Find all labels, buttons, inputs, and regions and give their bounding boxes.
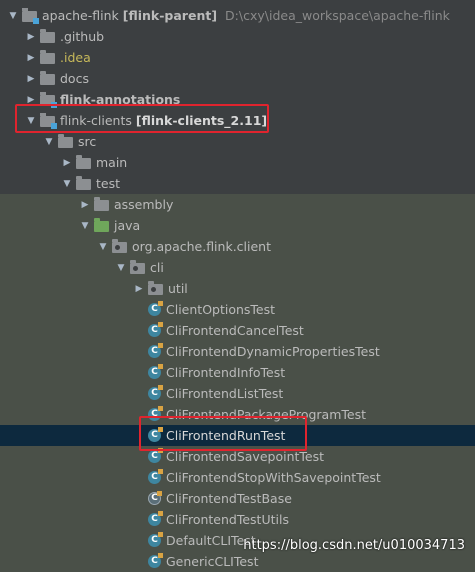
- chevron-down-icon[interactable]: ▼: [60, 179, 74, 189]
- abstract-class-icon: C: [148, 491, 162, 505]
- test-source-folder-icon: [94, 218, 109, 232]
- tree-node-assembly[interactable]: ▶ assembly: [0, 194, 475, 215]
- chevron-down-icon[interactable]: ▼: [6, 11, 20, 21]
- tree-node-class[interactable]: C CliFrontendDynamicPropertiesTest: [0, 341, 475, 362]
- tree-node-apache-flink[interactable]: ▼ apache-flink [flink-parent] D:\cxy\ide…: [0, 5, 475, 26]
- class-icon: C: [148, 364, 163, 379]
- chevron-down-icon[interactable]: ▼: [78, 221, 92, 231]
- tree-node-docs[interactable]: ▶ docs: [0, 68, 475, 89]
- folder-icon: [94, 197, 109, 211]
- class-icon: C: [148, 469, 163, 484]
- class-icon: C: [148, 385, 163, 400]
- project-tree[interactable]: ▼ apache-flink [flink-parent] D:\cxy\ide…: [0, 0, 475, 572]
- tree-node-class[interactable]: C GenericCLITest: [0, 551, 475, 572]
- tree-node-class[interactable]: C CliFrontendTestBase: [0, 488, 475, 509]
- tree-node-package[interactable]: ▼ org.apache.flink.client: [0, 236, 475, 257]
- folder-icon: [58, 134, 73, 148]
- tree-node-class[interactable]: C CliFrontendCancelTest: [0, 320, 475, 341]
- chevron-right-icon[interactable]: ▶: [24, 74, 38, 84]
- chevron-right-icon[interactable]: ▶: [132, 284, 146, 294]
- chevron-down-icon[interactable]: ▼: [96, 242, 110, 252]
- folder-icon: [40, 71, 55, 85]
- tree-node-idea[interactable]: ▶ .idea: [0, 47, 475, 68]
- tree-node-java[interactable]: ▼ java: [0, 215, 475, 236]
- class-icon: C: [148, 343, 163, 358]
- tree-node-util[interactable]: ▶ util: [0, 278, 475, 299]
- tree-node-cli[interactable]: ▼ cli: [0, 257, 475, 278]
- class-icon: C: [148, 553, 163, 568]
- tree-node-class[interactable]: C ClientOptionsTest: [0, 299, 475, 320]
- chevron-right-icon[interactable]: ▶: [60, 158, 74, 168]
- package-icon: [130, 260, 145, 274]
- class-icon: C: [148, 301, 163, 316]
- tree-node-main[interactable]: ▶ main: [0, 152, 475, 173]
- module-icon: [22, 8, 39, 24]
- tree-node-test[interactable]: ▼ test: [0, 173, 475, 194]
- chevron-right-icon[interactable]: ▶: [24, 95, 38, 105]
- folder-icon: [76, 155, 91, 169]
- class-icon: C: [148, 511, 163, 526]
- class-icon: C: [148, 532, 163, 547]
- class-icon: C: [148, 448, 163, 463]
- chevron-right-icon[interactable]: ▶: [78, 200, 92, 210]
- tree-node-github[interactable]: ▶ .github: [0, 26, 475, 47]
- watermark: https://blog.csdn.net/u010034713: [243, 538, 465, 553]
- tree-node-class[interactable]: C CliFrontendListTest: [0, 383, 475, 404]
- folder-icon: [40, 50, 55, 64]
- tree-node-class[interactable]: C CliFrontendInfoTest: [0, 362, 475, 383]
- folder-icon: [40, 29, 55, 43]
- chevron-right-icon[interactable]: ▶: [24, 32, 38, 42]
- highlight-box-run-test: [139, 416, 307, 451]
- tree-node-class[interactable]: C CliFrontendTestUtils: [0, 509, 475, 530]
- tree-node-src[interactable]: ▼ src: [0, 131, 475, 152]
- chevron-down-icon[interactable]: ▼: [114, 263, 128, 273]
- highlight-box-flink-clients: [15, 104, 269, 133]
- chevron-down-icon[interactable]: ▼: [42, 137, 56, 147]
- package-icon: [148, 281, 163, 295]
- tree-node-class[interactable]: C CliFrontendStopWithSavepointTest: [0, 467, 475, 488]
- package-icon: [112, 239, 127, 253]
- chevron-right-icon[interactable]: ▶: [24, 53, 38, 63]
- class-icon: C: [148, 322, 163, 337]
- folder-icon: [76, 176, 91, 190]
